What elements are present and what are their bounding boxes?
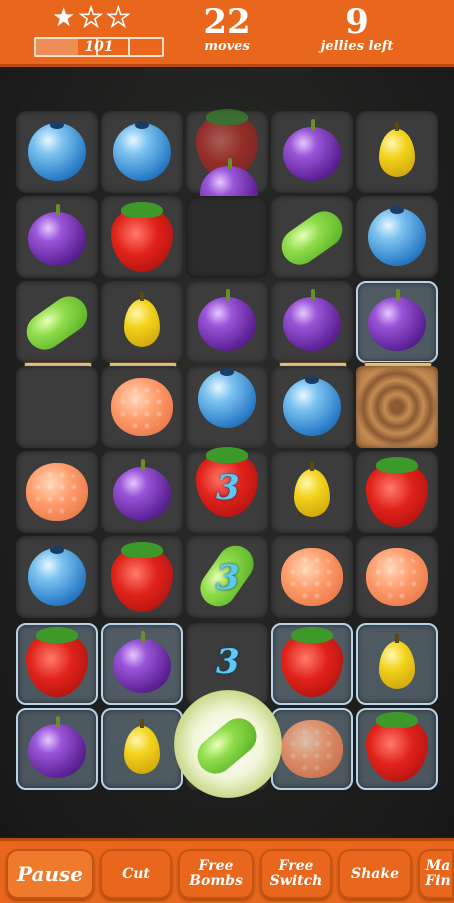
- raspberry-icon: [281, 720, 343, 778]
- plum-icon: [28, 204, 86, 266]
- blueberry-icon: [283, 376, 341, 436]
- board-cell[interactable]: [16, 536, 98, 618]
- moves-value: 22: [203, 2, 251, 42]
- board-cell[interactable]: [271, 281, 353, 363]
- jellies-label: jellies left: [320, 39, 394, 54]
- board-cell[interactable]: [16, 281, 98, 363]
- star-rating: ★ ★ ★: [52, 3, 131, 33]
- plum-icon: [283, 119, 341, 181]
- board-cell[interactable]: [271, 366, 353, 448]
- board-cell[interactable]: [271, 111, 353, 193]
- plum-icon: [283, 289, 341, 351]
- board-cell[interactable]: [101, 366, 183, 448]
- partial-action-button[interactable]: Ma Fin: [418, 849, 454, 899]
- wood-blocker: [356, 366, 438, 448]
- board-cell[interactable]: [16, 196, 98, 278]
- plum-icon: [113, 459, 171, 521]
- shake-button[interactable]: Shake: [338, 849, 412, 899]
- bottom-action-bar: Pause Cut Free Bombs Free Switch Shake M…: [0, 838, 454, 903]
- jelly-bean-icon: [19, 289, 95, 357]
- raspberry-icon: [281, 548, 343, 606]
- board-cell[interactable]: [271, 536, 353, 618]
- board-cell[interactable]: [271, 451, 353, 533]
- top-status-bar: ★ ★ ★ 101 22 moves 9 jellies left: [0, 0, 454, 67]
- board-cell-jelly[interactable]: [271, 708, 353, 790]
- free-switch-button[interactable]: Free Switch: [260, 849, 332, 899]
- board-cell[interactable]: [101, 111, 183, 193]
- board-cell[interactable]: [356, 451, 438, 533]
- raspberry-icon: [366, 548, 428, 606]
- board-cell-jelly[interactable]: [16, 623, 98, 705]
- bomb-counter: 3: [216, 558, 240, 598]
- pause-button[interactable]: Pause: [6, 849, 94, 899]
- board-cell-jelly[interactable]: [16, 708, 98, 790]
- board-cell[interactable]: [101, 281, 183, 363]
- board-cell[interactable]: [101, 536, 183, 618]
- blueberry-icon: [28, 121, 86, 181]
- board-cell[interactable]: [16, 451, 98, 533]
- lemon-icon: [294, 462, 330, 517]
- plum-icon: [198, 289, 256, 351]
- board-cell[interactable]: [101, 451, 183, 533]
- bomb-counter: 3: [216, 642, 240, 682]
- board-cell[interactable]: [271, 196, 353, 278]
- plum-icon: [113, 631, 171, 693]
- strawberry-icon: [281, 627, 343, 697]
- lemon-icon: [124, 719, 160, 774]
- board-cell-jelly[interactable]: [101, 623, 183, 705]
- strawberry-icon: [111, 202, 173, 272]
- board-cell-jelly[interactable]: [271, 623, 353, 705]
- raspberry-icon: [26, 463, 88, 521]
- bomb-counter: 3: [216, 468, 240, 508]
- board-cell[interactable]: [16, 111, 98, 193]
- game-board[interactable]: 3 3 3: [0, 68, 454, 838]
- board-cell-jelly[interactable]: [356, 281, 438, 363]
- moves-label: moves: [204, 39, 250, 54]
- board-cell[interactable]: [356, 536, 438, 618]
- lemon-icon: [124, 292, 160, 347]
- board-cell-jelly[interactable]: [356, 623, 438, 705]
- cut-button[interactable]: Cut: [100, 849, 172, 899]
- board-cell-empty[interactable]: [186, 196, 268, 278]
- board-cell[interactable]: [16, 366, 98, 448]
- board-cell-jelly[interactable]: [101, 708, 183, 790]
- board-cell[interactable]: [101, 196, 183, 278]
- lemon-icon: [379, 634, 415, 689]
- score-value: 101: [84, 39, 114, 55]
- score-progress-bar: 101: [34, 37, 164, 57]
- plum-icon: [368, 289, 426, 351]
- raspberry-icon: [111, 378, 173, 436]
- strawberry-icon: [366, 712, 428, 782]
- board-cell[interactable]: [186, 366, 268, 448]
- strawberry-icon: [26, 627, 88, 697]
- star-empty-icon: ★: [79, 3, 104, 33]
- free-bombs-button[interactable]: Free Bombs: [178, 849, 254, 899]
- board-cell[interactable]: [356, 111, 438, 193]
- blueberry-icon: [198, 368, 256, 428]
- plum-icon: [28, 716, 86, 778]
- moves-counter: 22 moves: [172, 4, 282, 54]
- board-cell[interactable]: [356, 196, 438, 278]
- jelly-bean-icon: [274, 204, 350, 272]
- board-cell[interactable]: [186, 281, 268, 363]
- jellies-counter: 9 jellies left: [302, 4, 412, 54]
- strawberry-icon: [366, 457, 428, 527]
- blueberry-icon: [113, 121, 171, 181]
- board-cell-jelly[interactable]: [356, 708, 438, 790]
- jellies-value: 9: [345, 2, 369, 42]
- blueberry-icon: [28, 546, 86, 606]
- star-filled-icon: ★: [52, 3, 76, 33]
- blueberry-icon: [368, 206, 426, 266]
- star-empty-icon: ★: [106, 3, 131, 33]
- lemon-icon: [379, 122, 415, 177]
- strawberry-icon: [111, 542, 173, 612]
